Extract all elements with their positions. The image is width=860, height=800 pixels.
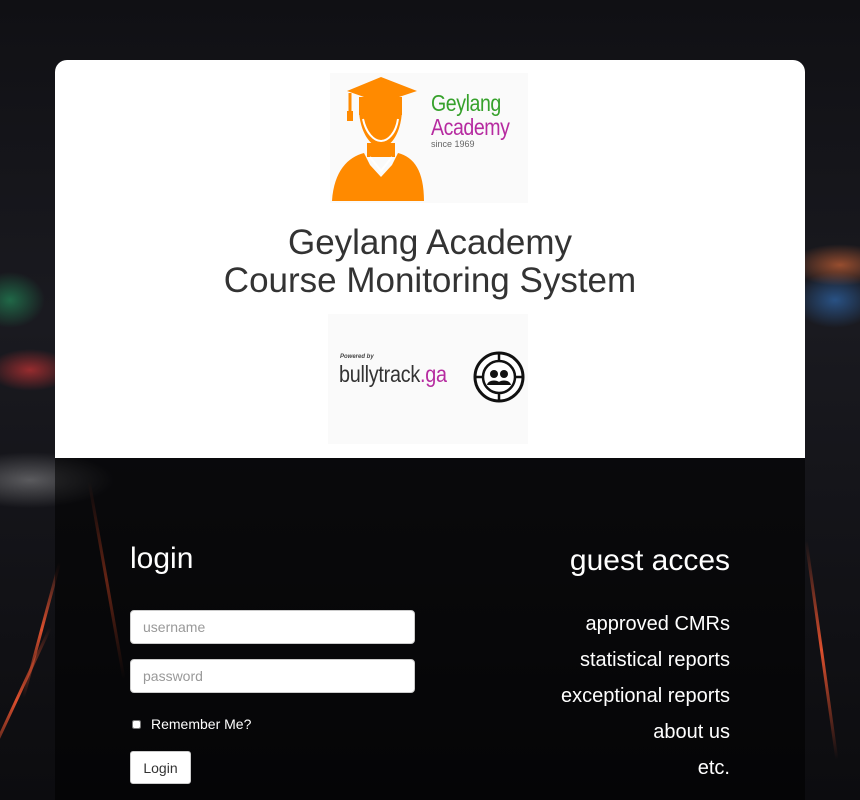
login-heading: login bbox=[130, 542, 194, 575]
page-title: Geylang Academy bbox=[287, 223, 573, 262]
about-us-link[interactable]: about us bbox=[561, 714, 730, 750]
remember-me-checkbox[interactable] bbox=[132, 719, 141, 729]
bullytrack-target-icon bbox=[473, 351, 525, 403]
brand-since: since 1969 bbox=[431, 139, 475, 149]
exceptional-reports-link[interactable]: exceptional reports bbox=[561, 678, 730, 714]
statistical-reports-link[interactable]: statistical reports bbox=[561, 642, 730, 678]
brand-name: Geylang bbox=[431, 90, 501, 116]
powered-by-logo: Powered by bullytrack.ga bbox=[328, 314, 528, 444]
login-panel: login Remember Me? Login guest acces app… bbox=[55, 458, 805, 800]
brand-name-academy: Academy bbox=[431, 114, 510, 140]
remember-me-label: Remember Me? bbox=[151, 716, 252, 732]
graduate-icon bbox=[332, 77, 424, 201]
powered-by-label: Powered by bbox=[340, 354, 374, 360]
remember-me[interactable]: Remember Me? bbox=[130, 716, 251, 732]
light-streak bbox=[0, 626, 52, 774]
approved-cmrs-link[interactable]: approved CMRs bbox=[561, 606, 730, 642]
username-input[interactable] bbox=[130, 610, 415, 644]
academy-logo: Geylang Academy since 1969 bbox=[330, 73, 528, 203]
bullytrack-name: bullytrack bbox=[339, 361, 420, 387]
bullytrack-wordmark: bullytrack.ga bbox=[339, 361, 447, 388]
bullytrack-tld: .ga bbox=[419, 361, 447, 387]
guest-links: approved CMRs statistical reports except… bbox=[561, 606, 730, 786]
login-button[interactable]: Login bbox=[130, 751, 191, 784]
header-card: Geylang Academy since 1969 Geylang Acade… bbox=[55, 60, 805, 458]
light-streak bbox=[804, 540, 839, 760]
guest-access-heading: guest acces bbox=[569, 544, 730, 577]
etc-link[interactable]: etc. bbox=[561, 750, 730, 786]
password-input[interactable] bbox=[130, 659, 415, 693]
page-subtitle: Course Monitoring System bbox=[223, 261, 637, 300]
